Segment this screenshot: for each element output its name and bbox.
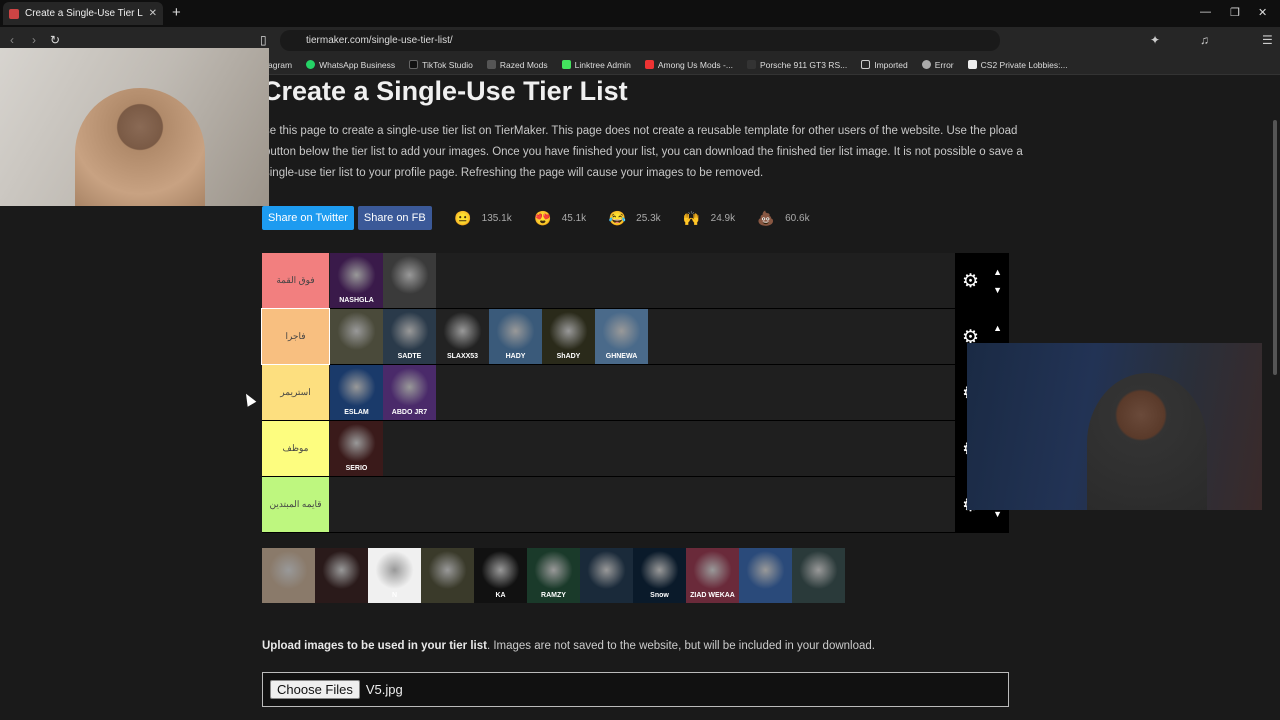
reaction-count: 135.1k	[481, 212, 512, 224]
bookmark-item[interactable]: Razed Mods	[486, 60, 548, 70]
bookmark-item[interactable]: Error	[921, 60, 954, 70]
share-fb-button[interactable]: Share on FB	[357, 206, 432, 230]
pool-image[interactable]	[315, 548, 368, 603]
tier-label[interactable]: فاجرا	[261, 308, 330, 365]
back-icon[interactable]: ‹	[10, 33, 14, 47]
heart-eyes-icon: 😍	[533, 209, 552, 226]
tier-items[interactable]: SERIO	[329, 421, 1009, 476]
tier-item-image[interactable]: SLAXX53	[436, 309, 489, 364]
pool-image[interactable]: KA	[474, 548, 527, 603]
tier-row: موظفSERIO⚙▲▼	[262, 421, 1009, 477]
reaction-count: 60.6k	[785, 212, 810, 224]
neutral-face-icon: 😐	[453, 209, 472, 226]
media-icon[interactable]: ♫	[1200, 33, 1209, 47]
reaction-button[interactable]: 🙌 24.9k	[677, 205, 739, 231]
tier-item-image[interactable]: ABDO JR7	[383, 365, 436, 420]
image-pool: N KA RAMZY Snow ZIAD WEKAA	[262, 548, 845, 603]
bookmark-item[interactable]: Porsche 911 GT3 RS...	[746, 60, 847, 70]
tiermaker-favicon-icon	[9, 8, 19, 19]
move-tier-up-icon[interactable]: ▲	[993, 263, 1002, 281]
maximize-icon[interactable]: ❐	[1230, 6, 1240, 19]
bookmark-item[interactable]: WhatsApp Business	[306, 60, 395, 70]
bookmark-folder[interactable]: Imported	[861, 60, 908, 70]
laughing-face-icon: 😂	[608, 209, 626, 226]
pool-image[interactable]	[739, 548, 792, 603]
tier-item-image[interactable]	[330, 309, 383, 364]
minimize-icon[interactable]: —	[1200, 6, 1211, 18]
pool-image[interactable]: RAMZY	[527, 548, 580, 603]
move-tier-down-icon[interactable]: ▼	[993, 281, 1002, 299]
tier-row: استريمرESLAMABDO JR7⚙▲▼	[262, 365, 1009, 421]
scrollbar[interactable]	[1270, 75, 1280, 720]
tier-row: قايمه المبتدين⚙▲▼	[262, 477, 1009, 533]
share-bar: Share on Twitter Share on FB 😐 135.1k 😍 45.…	[262, 205, 814, 231]
forward-icon[interactable]: ›	[32, 33, 36, 47]
pool-image[interactable]	[580, 548, 633, 603]
poop-icon: 💩	[757, 209, 775, 226]
webcam-overlay	[967, 343, 1262, 510]
tier-item-image[interactable]: SERIO	[330, 421, 383, 476]
tier-row: فاجراSADTESLAXX53HADYShADYGHNEWA⚙▲▼	[261, 308, 1009, 365]
tab-bar: Create a Single-Use Tier List (Pri ✕ + —…	[0, 0, 1280, 27]
pool-image[interactable]: ZIAD WEKAA	[686, 548, 739, 603]
tier-list: فوق القمة NASHGLA ⚙ ▲ ▼ فاجرا SADTE SLAXX53 HADY…	[261, 253, 1009, 533]
page-title: Create a Single-Use Tier List	[262, 76, 628, 106]
pool-image[interactable]: N	[368, 548, 421, 603]
bookmark-item[interactable]: TikTok Studio	[409, 60, 473, 70]
tab-title: Create a Single-Use Tier List (Pri	[25, 8, 143, 19]
pool-image[interactable]	[792, 548, 845, 603]
tier-items[interactable]	[329, 477, 1009, 532]
close-window-icon[interactable]: ✕	[1258, 6, 1267, 19]
move-tier-up-icon[interactable]: ▲	[993, 319, 1002, 337]
reaction-button[interactable]: 😂 25.3k	[602, 205, 664, 231]
tier-item-image[interactable]: NASHGLA	[330, 253, 383, 308]
bookmark-item[interactable]: agram	[268, 60, 292, 70]
tier-items[interactable]: ESLAM ABDO JR7	[329, 365, 1009, 420]
choose-files-button[interactable]: Choose Files	[270, 680, 360, 699]
tier-items[interactable]: SADTE SLAXX53 HADY ShADY GHNEWA	[329, 309, 1009, 364]
url-text: tiermaker.com/single-use-tier-list/	[306, 35, 453, 46]
reaction-count: 45.1k	[561, 212, 587, 224]
reload-icon[interactable]: ↻	[50, 33, 60, 47]
tier-label[interactable]: استريمر	[262, 365, 329, 420]
tier-label[interactable]: فوق القمة	[262, 253, 329, 308]
bookmark-icon[interactable]: ▯	[260, 33, 267, 47]
reaction-count: 25.3k	[636, 212, 661, 224]
tier-item-image[interactable]: GHNEWA	[595, 309, 648, 364]
bookmark-item[interactable]: Among Us Mods -...	[644, 60, 733, 70]
bookmark-item[interactable]: Linktree Admin	[561, 60, 631, 70]
menu-icon[interactable]: ☰	[1262, 33, 1273, 47]
tier-controls: ⚙ ▲▼	[955, 253, 1009, 309]
webcam-overlay	[0, 48, 269, 206]
reaction-button[interactable]: 😍 45.1k	[528, 205, 590, 231]
reaction-count: 24.9k	[710, 212, 736, 224]
new-tab-button[interactable]: +	[172, 4, 181, 21]
browser-tab[interactable]: Create a Single-Use Tier List (Pri ✕	[3, 2, 163, 25]
pool-image[interactable]: Snow	[633, 548, 686, 603]
tier-row: فوق القمة NASHGLA ⚙ ▲ ▼	[262, 253, 1009, 309]
tier-label[interactable]: موظف	[262, 421, 329, 476]
pool-image[interactable]	[421, 548, 474, 603]
upload-instructions: Upload images to be used in your tier li…	[262, 640, 875, 652]
pool-image[interactable]	[262, 548, 315, 603]
tier-item-image[interactable]: ShADY	[542, 309, 595, 364]
page-description: se this page to create a single-use tier…	[264, 125, 1023, 179]
tier-item-image[interactable]: HADY	[489, 309, 542, 364]
bookmark-item[interactable]: CS2 Private Lobbies:...	[967, 60, 1068, 70]
file-input[interactable]: Choose Files V5.jpg	[262, 672, 1009, 707]
extensions-icon[interactable]: ✦	[1150, 33, 1160, 47]
address-bar[interactable]: tiermaker.com/single-use-tier-list/	[280, 30, 1000, 51]
tier-item-image[interactable]	[383, 253, 436, 308]
tier-label[interactable]: قايمه المبتدين	[262, 477, 329, 532]
selected-filename: V5.jpg	[365, 682, 403, 697]
tier-item-image[interactable]: SADTE	[383, 309, 436, 364]
reaction-button[interactable]: 💩 60.6k	[751, 205, 813, 231]
tier-items[interactable]: NASHGLA	[329, 253, 1009, 308]
raised-hands-icon: 🙌	[682, 209, 701, 226]
share-twitter-button[interactable]: Share on Twitter	[262, 206, 354, 230]
tier-settings-gear-icon[interactable]: ⚙	[962, 270, 979, 293]
tier-item-image[interactable]: ESLAM	[330, 365, 383, 420]
reaction-button[interactable]: 😐 135.1k	[448, 205, 516, 231]
close-tab-icon[interactable]: ✕	[149, 8, 157, 19]
